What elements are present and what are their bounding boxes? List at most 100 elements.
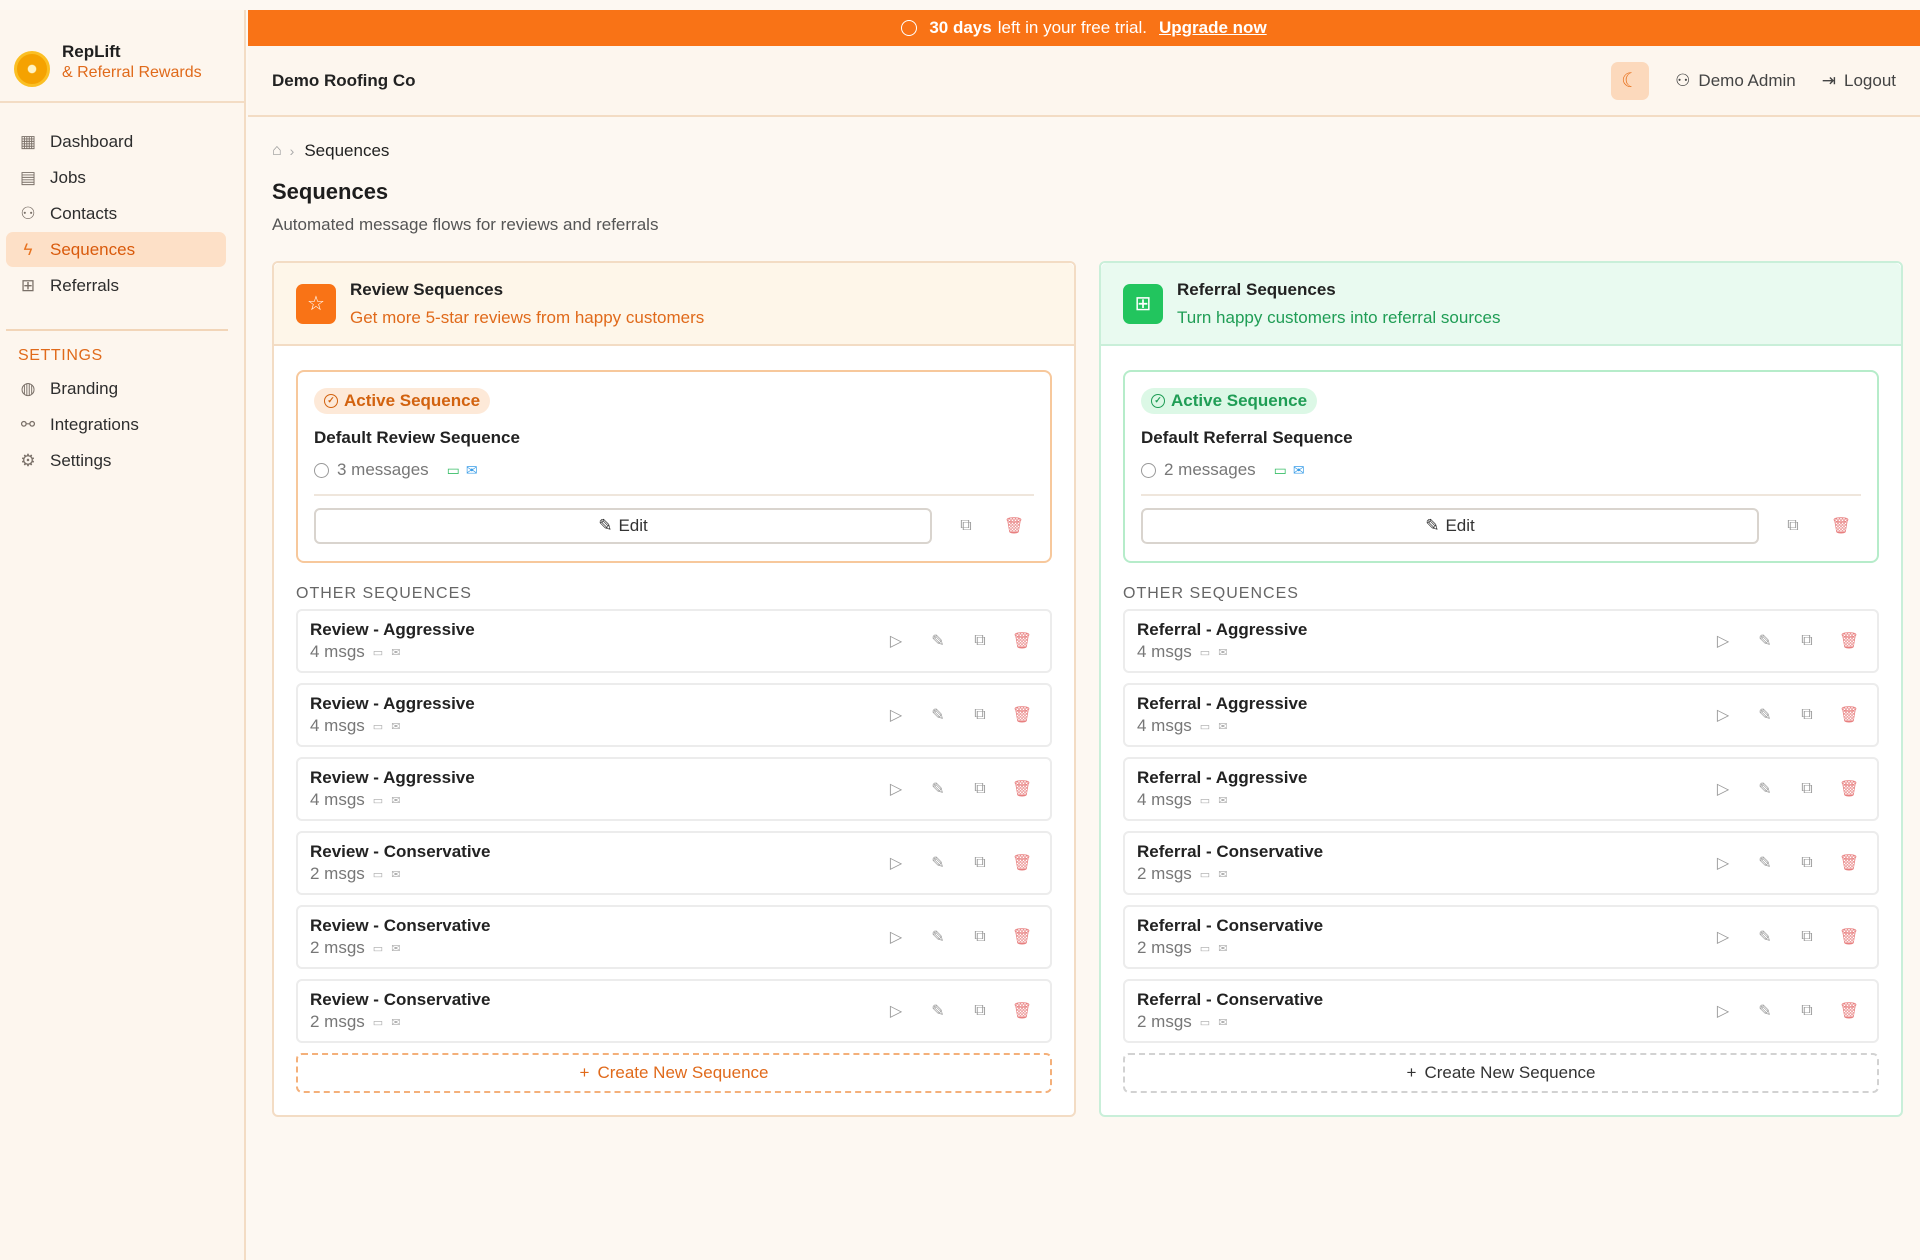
play-icon[interactable]: ▷ (882, 997, 910, 1025)
pencil-icon[interactable]: ✎ (924, 701, 952, 729)
trash-icon[interactable]: 🗑 (1835, 923, 1863, 951)
settings-heading: SETTINGS (18, 347, 103, 364)
pencil-icon[interactable]: ✎ (924, 923, 952, 951)
sequence-name: Referral - Conservative (1137, 916, 1324, 935)
page-subtitle: Automated message flows for reviews and … (272, 215, 659, 234)
sequence-meta: 2 msgs (1137, 864, 1192, 883)
copy-icon[interactable]: ⧉ (966, 701, 994, 729)
play-icon[interactable]: ▷ (882, 701, 910, 729)
copy-icon[interactable]: ⧉ (1793, 923, 1821, 951)
pencil-icon[interactable]: ✎ (924, 775, 952, 803)
trash-icon[interactable]: 🗑 (1835, 701, 1863, 729)
trash-icon[interactable]: 🗑 (1008, 701, 1036, 729)
mail-icon: ✉ (391, 646, 401, 659)
copy-icon[interactable]: ⧉ (952, 512, 980, 540)
sidebar-item-dashboard[interactable]: ▦ Dashboard (6, 124, 226, 159)
play-icon[interactable]: ▷ (1709, 849, 1737, 877)
sidebar-item-label: Jobs (50, 167, 86, 187)
trash-icon[interactable]: 🗑 (1008, 997, 1036, 1025)
play-icon[interactable]: ▷ (1709, 701, 1737, 729)
list-item: Review - Conservative 2 msgs ▭ ✉ ▷ ✎ ⧉ 🗑 (296, 979, 1052, 1043)
theme-toggle-button[interactable]: ☾ (1611, 61, 1650, 100)
sidebar-item-referrals[interactable]: ⊞ Referrals (6, 268, 226, 303)
copy-icon[interactable]: ⧉ (1793, 997, 1821, 1025)
user-menu[interactable]: ⚇ Demo Admin (1675, 71, 1796, 91)
sidebar-item-branding[interactable]: ◍ Branding (6, 371, 226, 406)
page-title: Sequences (272, 179, 389, 204)
pencil-icon[interactable]: ✎ (1751, 997, 1779, 1025)
edit-button[interactable]: ✎ Edit (1141, 508, 1759, 544)
sidebar-item-contacts[interactable]: ⚇ Contacts (6, 196, 226, 231)
trash-icon[interactable]: 🗑 (1835, 849, 1863, 877)
sms-icon: ▭ (1199, 646, 1211, 659)
play-icon[interactable]: ▷ (1709, 627, 1737, 655)
copy-icon[interactable]: ⧉ (966, 849, 994, 877)
list-item: Review - Conservative 2 msgs ▭ ✉ ▷ ✎ ⧉ 🗑 (296, 905, 1052, 969)
trash-icon[interactable]: 🗑 (1008, 775, 1036, 803)
pencil-icon[interactable]: ✎ (1751, 701, 1779, 729)
sequence-meta: 4 msgs (1137, 642, 1192, 661)
sequence-name: Review - Conservative (310, 990, 491, 1009)
sms-icon: ▭ (372, 1016, 384, 1029)
copy-icon[interactable]: ⧉ (966, 775, 994, 803)
play-icon[interactable]: ▷ (882, 849, 910, 877)
sidebar: RepLift & Referral Rewards ▦ Dashboard ▤… (0, 10, 246, 1260)
pencil-icon[interactable]: ✎ (1751, 923, 1779, 951)
sequence-name: Referral - Conservative (1137, 990, 1324, 1009)
copy-icon[interactable]: ⧉ (1779, 512, 1807, 540)
plus-icon: + (1406, 1063, 1417, 1082)
sidebar-item-label: Integrations (50, 414, 139, 434)
play-icon[interactable]: ▷ (882, 775, 910, 803)
pencil-icon[interactable]: ✎ (1751, 627, 1779, 655)
create-new-sequence-button[interactable]: + Create New Sequence (1123, 1053, 1879, 1093)
play-icon[interactable]: ▷ (882, 923, 910, 951)
play-icon[interactable]: ▷ (1709, 997, 1737, 1025)
sidebar-item-integrations[interactable]: ⚯ Integrations (6, 407, 226, 442)
pencil-icon[interactable]: ✎ (924, 997, 952, 1025)
active-sequence-meta: 2 messages ▭ ✉ (1141, 460, 1861, 480)
palette-icon: ◍ (20, 378, 36, 398)
sequence-meta: 2 msgs (1137, 1012, 1192, 1031)
sidebar-item-jobs[interactable]: ▤ Jobs (6, 160, 226, 195)
sequence-meta: 2 msgs (310, 1012, 365, 1031)
brand-name: RepLift (62, 41, 121, 61)
trash-icon[interactable]: 🗑 (1827, 512, 1855, 540)
trash-icon[interactable]: 🗑 (1008, 849, 1036, 877)
sequence-name: Review - Aggressive (310, 694, 475, 713)
gift-icon: ⊞ (20, 275, 36, 295)
trash-icon[interactable]: 🗑 (1835, 627, 1863, 655)
home-icon[interactable]: ⌂ (272, 142, 282, 160)
pencil-icon[interactable]: ✎ (1751, 849, 1779, 877)
pencil-icon[interactable]: ✎ (924, 849, 952, 877)
copy-icon[interactable]: ⧉ (1793, 775, 1821, 803)
play-icon[interactable]: ▷ (882, 627, 910, 655)
sidebar-item-sequences[interactable]: ϟ Sequences (6, 232, 226, 267)
mail-icon: ✉ (1218, 1016, 1228, 1029)
play-icon[interactable]: ▷ (1709, 775, 1737, 803)
logout-button[interactable]: ⇥ Logout (1822, 71, 1896, 91)
sms-icon: ▭ (372, 942, 384, 955)
pencil-icon[interactable]: ✎ (924, 627, 952, 655)
sidebar-item-settings[interactable]: ⚙ Settings (6, 443, 226, 478)
mail-icon: ✉ (1218, 868, 1228, 881)
edit-button[interactable]: ✎ Edit (314, 508, 932, 544)
copy-icon[interactable]: ⧉ (1793, 701, 1821, 729)
copy-icon[interactable]: ⧉ (966, 627, 994, 655)
trash-icon[interactable]: 🗑 (1008, 923, 1036, 951)
play-icon[interactable]: ▷ (1709, 923, 1737, 951)
trash-icon[interactable]: 🗑 (1835, 997, 1863, 1025)
copy-icon[interactable]: ⧉ (1793, 849, 1821, 877)
copy-icon[interactable]: ⧉ (966, 923, 994, 951)
copy-icon[interactable]: ⧉ (1793, 627, 1821, 655)
company-name: Demo Roofing Co (272, 70, 416, 90)
trash-icon[interactable]: 🗑 (1008, 627, 1036, 655)
trash-icon[interactable]: 🗑 (1000, 512, 1028, 540)
upgrade-link[interactable]: Upgrade now (1159, 18, 1267, 38)
copy-icon[interactable]: ⧉ (966, 997, 994, 1025)
trash-icon[interactable]: 🗑 (1835, 775, 1863, 803)
sequence-name: Review - Conservative (310, 916, 491, 935)
users-icon: ⚇ (20, 203, 36, 223)
pencil-icon[interactable]: ✎ (1751, 775, 1779, 803)
list-item: Review - Conservative 2 msgs ▭ ✉ ▷ ✎ ⧉ 🗑 (296, 831, 1052, 895)
create-new-sequence-button[interactable]: + Create New Sequence (296, 1053, 1052, 1093)
